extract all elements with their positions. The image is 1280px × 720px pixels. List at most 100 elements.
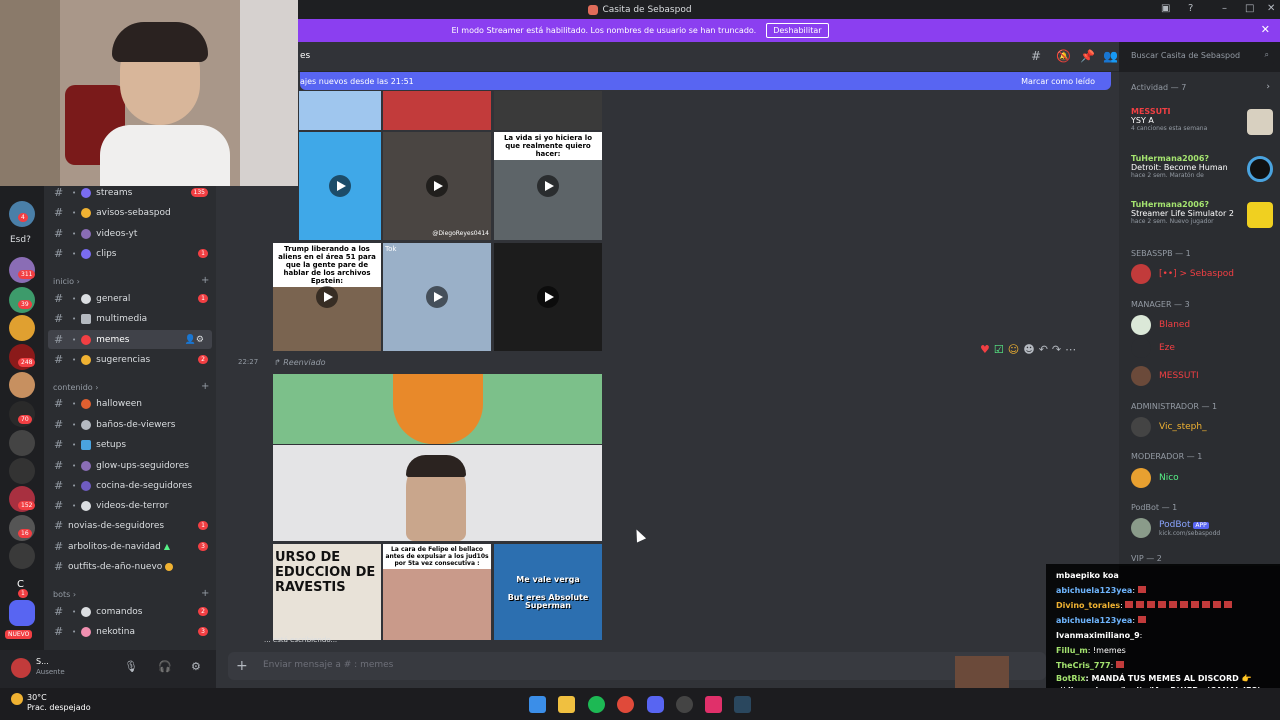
forward-icon[interactable]: ↷ <box>1052 343 1061 356</box>
video-tile[interactable]: Trump liberando a los aliens en el área … <box>273 243 381 351</box>
spotify-icon[interactable] <box>588 696 605 713</box>
video-tile[interactable]: Tok <box>383 243 491 351</box>
media-tile[interactable] <box>383 91 491 130</box>
member-item[interactable]: [••] > Sebaspod <box>1131 264 1234 284</box>
channel-outfits[interactable]: # outfits-de-año-nuevo <box>44 557 216 576</box>
media-image[interactable]: Me vale verga But eres Absolute Superman <box>494 544 602 640</box>
channel-general[interactable]: # • general 1 <box>44 289 216 308</box>
obs-icon[interactable] <box>676 696 693 713</box>
channel-halloween[interactable]: # • halloween <box>44 394 216 413</box>
pin-icon[interactable]: 📌 <box>1080 49 1095 63</box>
member-item[interactable]: PodBot APP kick.com/sebaspodd <box>1131 518 1220 538</box>
category-bots[interactable]: bots › + <box>53 588 209 599</box>
play-icon[interactable] <box>316 286 338 308</box>
heart-reaction-icon[interactable]: ♥ <box>980 343 990 356</box>
channel-settings-icon[interactable]: 👤⚙ <box>185 335 204 345</box>
discover-icon[interactable] <box>9 600 35 626</box>
play-icon[interactable] <box>426 286 448 308</box>
server-icon[interactable] <box>9 458 35 484</box>
steam-icon[interactable] <box>734 696 751 713</box>
channel-avisos[interactable]: # • avisos-sebaspod <box>44 203 216 222</box>
server-icon[interactable] <box>9 543 35 569</box>
inbox-icon[interactable]: ▣ <box>1161 3 1170 14</box>
member-item[interactable]: Blaned <box>1131 315 1190 335</box>
add-channel-icon[interactable]: + <box>201 588 209 599</box>
channel-banos[interactable]: # • baños-de-viewers <box>44 415 216 434</box>
notifications-icon[interactable]: 🔕 <box>1056 49 1071 63</box>
channel-videos-yt[interactable]: # • videos-yt <box>44 224 216 243</box>
member-item[interactable]: Eze <box>1131 338 1175 358</box>
channel-badge: 135 <box>190 188 208 197</box>
media-image[interactable] <box>273 445 602 541</box>
add-attachment-icon[interactable]: + <box>236 658 248 674</box>
add-reaction-icon[interactable]: ☻ <box>1023 343 1034 356</box>
media-tile[interactable] <box>494 91 602 130</box>
headphones-icon[interactable]: 🎧 <box>158 660 172 673</box>
message-input[interactable]: + Enviar mensaje a # : memes <box>228 652 1046 680</box>
check-reaction-icon[interactable]: ☑ <box>994 343 1004 356</box>
video-tile[interactable]: La vida si yo hiciera lo que realmente q… <box>494 132 602 240</box>
channel-cocina[interactable]: # • cocina-de-seguidores <box>44 476 216 495</box>
members-icon[interactable]: 👥 <box>1103 49 1118 63</box>
channel-clips[interactable]: # • clips 1 <box>44 244 216 263</box>
file-explorer-icon[interactable] <box>558 696 575 713</box>
help-icon[interactable]: ? <box>1188 3 1193 14</box>
channel-novias[interactable]: # novias-de-seguidores 1 <box>44 516 216 535</box>
discord-icon[interactable] <box>647 696 664 713</box>
server-icon[interactable] <box>9 315 35 341</box>
channel-multimedia[interactable]: # • multimedia <box>44 309 216 328</box>
channel-nekotina[interactable]: # • nekotina 3 <box>44 622 216 641</box>
activity-item[interactable]: MESSUTI YSY A 4 canciones esta semana <box>1131 107 1273 135</box>
activity-item[interactable]: TuHermana2006? Detroit: Become Human hac… <box>1131 154 1273 182</box>
add-channel-icon[interactable]: + <box>201 381 209 392</box>
channel-setups[interactable]: # • setups <box>44 435 216 454</box>
play-icon[interactable] <box>329 175 351 197</box>
emoji-reaction-icon[interactable]: ☺ <box>1008 343 1019 356</box>
tiktok-icon[interactable] <box>705 696 722 713</box>
windows-start-icon[interactable] <box>529 696 546 713</box>
media-tile[interactable] <box>299 91 381 130</box>
member-item[interactable]: Vic_steph_ <box>1131 417 1207 437</box>
close-banner-icon[interactable]: ✕ <box>1261 23 1270 36</box>
video-tile[interactable] <box>299 132 381 240</box>
new-messages-bar[interactable]: ajes nuevos desde las 21:51 Marcar como l… <box>300 72 1111 90</box>
minimize-icon[interactable]: – <box>1222 3 1227 14</box>
play-icon[interactable] <box>537 286 559 308</box>
channel-glow-ups[interactable]: # • glow-ups-seguidores <box>44 456 216 475</box>
reply-icon[interactable]: ↶ <box>1039 343 1048 356</box>
channel-comandos[interactable]: # • comandos 2 <box>44 602 216 621</box>
avatar[interactable] <box>11 658 31 678</box>
channel-memes[interactable]: # • memes 👤⚙ <box>48 330 212 349</box>
server-icon[interactable] <box>9 430 35 456</box>
weather-widget[interactable]: 30°C Prac. despejado <box>11 693 91 713</box>
disable-streamer-button[interactable]: Deshabilitar <box>766 23 829 38</box>
maximize-icon[interactable]: □ <box>1245 3 1254 14</box>
play-icon[interactable] <box>537 175 559 197</box>
video-tile[interactable]: @DiegoReyes0414 <box>383 132 491 240</box>
server-folder-label[interactable]: Esd? <box>10 235 31 245</box>
member-item[interactable]: Nico <box>1131 468 1179 488</box>
video-tile[interactable] <box>494 243 602 351</box>
threads-icon[interactable]: # <box>1031 49 1041 63</box>
close-window-icon[interactable]: ✕ <box>1267 3 1275 14</box>
server-icon[interactable] <box>9 372 35 398</box>
media-image[interactable]: La cara de Felipe el bellaco antes de ex… <box>383 544 491 640</box>
search-input[interactable]: Buscar Casita de Sebaspod ⌕ <box>1126 48 1274 65</box>
activity-item[interactable]: TuHermana2006? Streamer Life Simulator 2… <box>1131 200 1273 228</box>
category-contenido[interactable]: contenido › + <box>53 381 209 392</box>
microphone-icon[interactable]: 🎙 <box>124 660 138 673</box>
chrome-icon[interactable] <box>617 696 634 713</box>
play-icon[interactable] <box>426 175 448 197</box>
chevron-right-icon[interactable]: › <box>1266 82 1270 92</box>
gear-icon[interactable]: ⚙ <box>191 660 201 673</box>
member-item[interactable]: MESSUTI <box>1131 366 1199 386</box>
channel-terror[interactable]: # • videos-de-terror <box>44 496 216 515</box>
add-channel-icon[interactable]: + <box>201 275 209 286</box>
media-image[interactable]: URSO DE EDUCCION DE RAVESTIS <box>273 544 381 640</box>
mark-read-button[interactable]: Marcar como leído <box>1021 77 1095 86</box>
channel-arbolitos[interactable]: # arbolitos-de-navidad ▲ 3 <box>44 537 216 556</box>
more-icon[interactable]: ⋯ <box>1065 343 1076 356</box>
media-image[interactable] <box>273 374 602 444</box>
channel-sugerencias[interactable]: # • sugerencias 2 <box>44 350 216 369</box>
category-inicio[interactable]: inicio › + <box>53 275 209 286</box>
